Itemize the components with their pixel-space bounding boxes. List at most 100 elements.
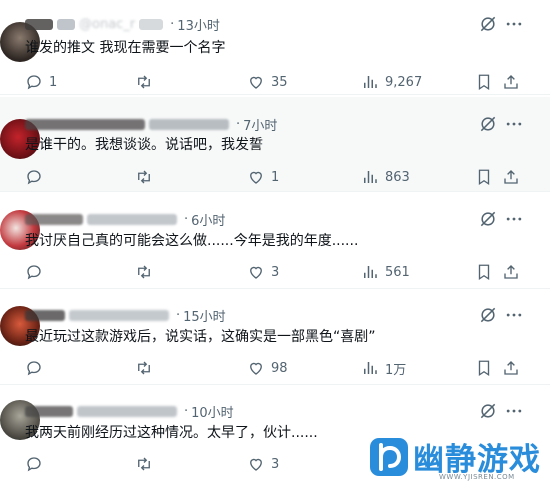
views-button[interactable]: 863	[361, 167, 410, 187]
reply-feed: @onac_r · 13小时 谁发的推文 我现在需要一个名字 1 35 9,26…	[0, 0, 550, 472]
like-count: 35	[271, 74, 288, 90]
bookmark-icon	[478, 264, 490, 281]
views-icon	[364, 171, 377, 183]
more-options-icon[interactable]	[504, 14, 524, 34]
tweet-time[interactable]: 10小时	[191, 402, 234, 421]
share-button[interactable]	[502, 358, 520, 378]
views-button[interactable]: 1万	[361, 358, 406, 378]
watermark-url: WWW.YJISREN.COM	[439, 473, 515, 481]
more-options-icon[interactable]	[504, 305, 524, 325]
view-count: 561	[385, 264, 410, 280]
bookmark-icon	[478, 360, 490, 377]
tweet-text: 我两天前刚经历过这种情况。太早了，伙计......	[25, 425, 318, 441]
view-count: 863	[385, 169, 410, 185]
more-options-icon[interactable]	[504, 209, 524, 229]
tweet-text: 我讨厌自己真的可能会这么做......今年是我的年度......	[25, 233, 359, 249]
tweet-text: 是谁干的。我想谈谈。说话吧，我发誓	[25, 137, 263, 153]
tweet[interactable]: · 7小时 是谁干的。我想谈谈。说话吧，我发誓 1 863	[0, 97, 550, 192]
bookmark-button[interactable]	[475, 262, 493, 282]
tweet-time[interactable]: 13小时	[177, 15, 220, 34]
author-name-blurred	[139, 18, 164, 30]
tweet-text: 谁发的推文 我现在需要一个名字	[25, 40, 226, 56]
bookmark-icon	[478, 74, 490, 91]
tweet-text: 最近玩过这款游戏后，说实话，这确实是一部黑色“喜剧”	[25, 329, 376, 345]
share-icon	[504, 75, 518, 89]
grok-icon[interactable]	[478, 305, 498, 325]
like-button[interactable]: 98	[247, 358, 288, 378]
tweet-time[interactable]: 6小时	[191, 210, 225, 229]
like-count: 3	[271, 456, 280, 472]
grok-icon[interactable]	[478, 209, 498, 229]
reply-button[interactable]	[25, 262, 49, 282]
bookmark-icon	[478, 169, 490, 186]
author-name-blurred	[87, 213, 177, 225]
bookmark-button[interactable]	[475, 358, 493, 378]
retweet-icon	[138, 170, 150, 184]
retweet-button[interactable]	[135, 167, 159, 187]
tweet-actions: 98 1万	[25, 358, 550, 378]
share-button[interactable]	[502, 167, 520, 187]
heart-icon	[250, 362, 262, 375]
tweet[interactable]: · 6小时 我讨厌自己真的可能会这么做......今年是我的年度...... 3…	[0, 194, 550, 289]
retweet-button[interactable]	[135, 358, 159, 378]
heart-icon	[250, 171, 262, 184]
retweet-button[interactable]	[135, 72, 159, 92]
reply-count: 1	[49, 74, 58, 90]
grok-icon[interactable]	[478, 114, 498, 134]
tweet-time[interactable]: 7小时	[243, 115, 277, 134]
share-button[interactable]	[502, 72, 520, 92]
views-button[interactable]: 9,267	[361, 72, 422, 92]
retweet-icon	[138, 265, 150, 279]
reply-button[interactable]	[25, 358, 49, 378]
like-button[interactable]: 1	[247, 167, 279, 187]
views-icon	[364, 266, 377, 278]
author-name-blurred[interactable]	[25, 405, 73, 417]
more-options-icon[interactable]	[504, 401, 524, 421]
tweet-header: · 6小时	[25, 209, 225, 229]
reply-icon	[27, 75, 41, 90]
reply-button[interactable]	[25, 454, 49, 474]
heart-icon	[250, 266, 262, 279]
separator: ·	[184, 403, 189, 419]
reply-button[interactable]: 1	[25, 72, 57, 92]
like-button[interactable]: 3	[247, 454, 279, 474]
author-name-blurred	[57, 18, 75, 30]
grok-icon[interactable]	[478, 14, 498, 34]
retweet-button[interactable]	[135, 454, 159, 474]
like-button[interactable]: 3	[247, 262, 279, 282]
author-name-blurred[interactable]	[25, 118, 145, 130]
bookmark-button[interactable]	[475, 167, 493, 187]
site-watermark: 幽静游戏 WWW.YJISREN.COM	[363, 434, 550, 487]
separator: ·	[184, 211, 189, 227]
tweet-actions: 1 35 9,267	[25, 72, 550, 92]
reply-icon	[27, 457, 41, 472]
bookmark-button[interactable]	[475, 72, 493, 92]
like-count: 98	[271, 360, 288, 376]
like-count: 3	[271, 264, 280, 280]
author-name-blurred[interactable]	[25, 213, 83, 225]
like-button[interactable]: 35	[247, 72, 288, 92]
author-name-blurred[interactable]	[25, 18, 53, 30]
reply-icon	[27, 361, 41, 376]
tweet-time[interactable]: 15小时	[183, 306, 226, 325]
tweet-header: · 10小时	[25, 401, 234, 421]
author-name-blurred	[69, 309, 169, 321]
retweet-icon	[138, 75, 150, 89]
more-options-icon[interactable]	[504, 114, 524, 134]
reply-button[interactable]	[25, 167, 49, 187]
grok-icon[interactable]	[478, 401, 498, 421]
author-name-blurred	[149, 118, 229, 130]
tweet[interactable]: @onac_r · 13小时 谁发的推文 我现在需要一个名字 1 35 9,26…	[0, 0, 550, 95]
author-handle[interactable]: @onac_r	[79, 17, 135, 32]
views-button[interactable]: 561	[361, 262, 410, 282]
share-button[interactable]	[502, 262, 520, 282]
retweet-button[interactable]	[135, 262, 159, 282]
author-name-blurred[interactable]	[25, 309, 65, 321]
heart-icon	[250, 458, 262, 471]
view-count: 9,267	[385, 74, 423, 90]
tweet[interactable]: · 15小时 最近玩过这款游戏后，说实话，这确实是一部黑色“喜剧” 98 1万	[0, 290, 550, 385]
tweet-header: @onac_r · 13小时	[25, 14, 220, 34]
view-count: 1万	[385, 362, 407, 378]
tweet-actions: 3 561	[25, 262, 550, 282]
tweet-header: · 7小时	[25, 114, 277, 134]
